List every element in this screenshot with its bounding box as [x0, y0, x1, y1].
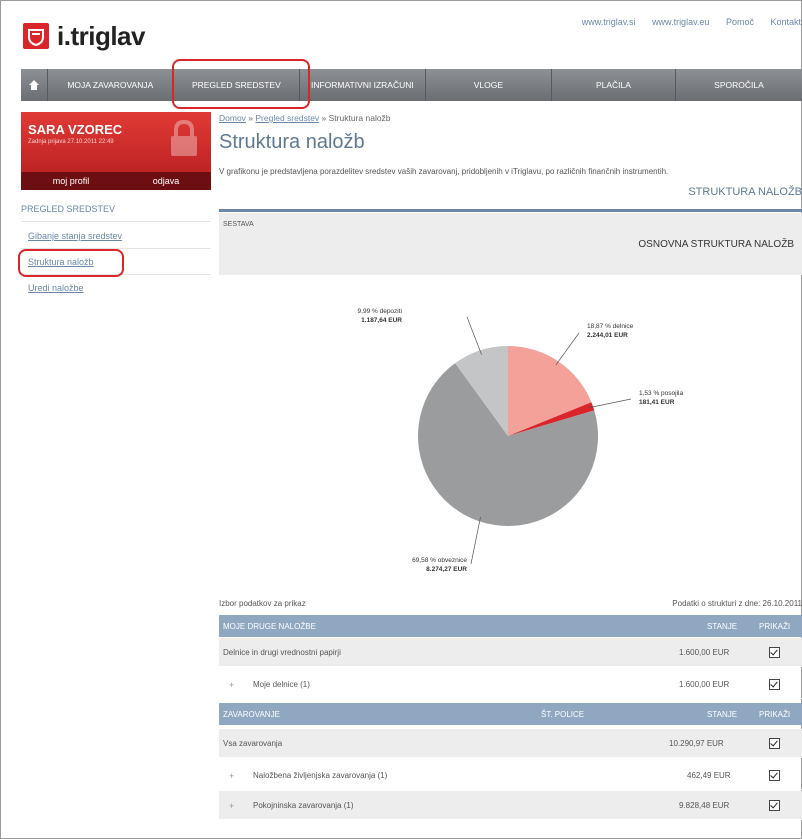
table-row: Delnice in drugi vrednostni papirji 1.60… [219, 638, 802, 667]
filter-label[interactable]: Izbor podatkov za prikaz [219, 599, 306, 608]
filter-row: Izbor podatkov za prikaz Podatki o struk… [219, 599, 802, 608]
triglav-logo-icon[interactable] [23, 23, 49, 49]
link-triglav-eu[interactable]: www.triglav.eu [652, 17, 709, 27]
pie-leader-line [466, 316, 482, 355]
highlight-nav-pregled [172, 59, 310, 109]
nav-sporocila[interactable]: SPOROČILA [676, 69, 802, 101]
pie-leader-line [470, 516, 481, 565]
expand-icon[interactable]: + [229, 680, 234, 690]
table2-col-polica: ŠT. POLICE [541, 710, 585, 719]
table1-col-title: MOJE DRUGE NALOŽBE [223, 622, 316, 631]
sidebar-item-gibanje[interactable]: Gibanje stanja sredstev [28, 231, 122, 241]
expand-icon[interactable]: + [229, 801, 234, 811]
nav-moja-zavarovanja[interactable]: MOJA ZAVAROVANJA [48, 69, 174, 101]
table-row: Vsa zavarovanja 10.290,97 EUR [219, 729, 802, 758]
row-label: Pokojninska zavarovanja (1) [253, 801, 354, 810]
show-checkbox[interactable] [769, 647, 780, 658]
browser-frame: i.triglav www.triglav.si www.triglav.eu … [0, 0, 802, 839]
nav-informativni-izracuni[interactable]: INFORMATIVNI IZRAČUNI [300, 69, 426, 101]
highlight-sidebar-struktura [18, 249, 124, 277]
table-row: + Moje delnice (1) 1.600,00 EUR [219, 670, 802, 699]
row-label: Naložbena življenjska zavarovanja (1) [253, 771, 388, 780]
user-name: SARA VZOREC [28, 122, 123, 137]
row-label: Moje delnice (1) [253, 680, 310, 689]
main-nav: MOJA ZAVAROVANJA PREGLED SREDSTEV INFORM… [21, 69, 802, 101]
table1-col-stanje: STANJE [707, 622, 738, 631]
show-checkbox[interactable] [769, 770, 780, 781]
pie-label: 9,99 % depoziti [358, 308, 402, 315]
user-actions: moj profil odjava [21, 172, 211, 190]
logo-text[interactable]: i.triglav [57, 21, 145, 52]
last-login: Zadnja prijava 27.10.2011 22:49 [28, 139, 114, 145]
breadcrumb-current: Struktura naložb [328, 113, 391, 123]
row-label: Vsa zavarovanja [223, 739, 283, 748]
show-checkbox[interactable] [769, 800, 780, 811]
show-checkbox[interactable] [769, 738, 780, 749]
pie-amount: 8.274,27 EUR [426, 566, 467, 573]
data-date: Podatki o strukturi z dne: 26.10.2011 [672, 599, 802, 608]
table1-col-prikazi: PRIKAŽI [759, 622, 791, 631]
pie-amount: 181,41 EUR [639, 399, 675, 406]
expand-icon[interactable]: + [229, 771, 234, 781]
pie-chart: 9,99 % depoziti 1.187,64 EUR 18,87 % delni… [358, 308, 684, 573]
intro-text: V grafikonu je predstavljena porazdelite… [219, 167, 669, 176]
section-heading: STRUKTURA NALOŽB [688, 186, 802, 198]
user-box: SARA VZOREC Zadnja prijava 27.10.2011 22… [21, 112, 211, 190]
pie-amount: 1.187,64 EUR [361, 317, 402, 324]
pie-amount: 2.244,01 EUR [587, 332, 628, 339]
pie-leader-line [588, 398, 632, 409]
nav-vloge[interactable]: VLOGE [426, 69, 552, 101]
sestava-box: SESTAVA OSNOVNA STRUKTURA NALOŽB [219, 213, 802, 275]
show-checkbox[interactable] [769, 679, 780, 690]
sidebar-item-uredi[interactable]: Uredi naložbe [28, 283, 84, 293]
pie-chart-area: 9,99 % depoziti 1.187,64 EUR 18,87 % delni… [219, 281, 802, 591]
row-value: 10.290,97 EUR [669, 739, 724, 748]
breadcrumb-sep: » [319, 113, 329, 123]
page-title: Struktura naložb [219, 131, 365, 153]
logout-link[interactable]: odjava [153, 176, 180, 186]
sidebar-title: PREGLED SREDSTEV [21, 204, 116, 214]
lock-icon [171, 120, 197, 156]
breadcrumb-home[interactable]: Domov [219, 113, 246, 123]
row-label: Delnice in drugi vrednostni papirji [223, 648, 341, 657]
row-value: 1.600,00 EUR [679, 648, 730, 657]
sidebar-divider [21, 221, 211, 222]
row-value: 1.600,00 EUR [679, 680, 730, 689]
row-value: 462,49 EUR [687, 771, 731, 780]
pie-label: 1,53 % posojila [639, 390, 683, 397]
link-kontakt[interactable]: Kontakt [770, 17, 801, 27]
table-row: + Pokojninska zavarovanja (1) 9.828,48 E… [219, 791, 802, 820]
breadcrumb-section[interactable]: Pregled sredstev [255, 113, 319, 123]
link-triglav-si[interactable]: www.triglav.si [582, 17, 636, 27]
table2-col-title: ZAVAROVANJE [223, 710, 280, 719]
pie-label: 69,58 % obveznice [412, 557, 467, 564]
home-icon[interactable] [21, 69, 48, 101]
row-value: 9.828,48 EUR [679, 801, 730, 810]
breadcrumb-sep: » [245, 113, 256, 123]
table2-col-prikazi: PRIKAŽI [759, 710, 791, 719]
table-row: + Naložbena življenjska zavarovanja (1) … [219, 761, 802, 790]
top-links: www.triglav.si www.triglav.eu Pomoč Kont… [568, 17, 801, 27]
breadcrumb: Domov » Pregled sredstev » Struktura nal… [219, 113, 391, 123]
section-divider [219, 209, 802, 212]
table2-header: ZAVAROVANJE ŠT. POLICE STANJE PRIKAŽI [219, 703, 802, 725]
sestava-select[interactable]: OSNOVNA STRUKTURA NALOŽB [638, 239, 794, 250]
pie-label: 18,87 % delnice [587, 323, 634, 330]
table1-header: MOJE DRUGE NALOŽBE STANJE PRIKAŽI [219, 615, 802, 637]
sestava-label: SESTAVA [223, 221, 254, 228]
profile-link[interactable]: moj profil [53, 176, 90, 186]
pie-leader-line [555, 332, 580, 366]
nav-placila[interactable]: PLAČILA [552, 69, 676, 101]
link-pomoc[interactable]: Pomoč [726, 17, 754, 27]
table2-col-stanje: STANJE [707, 710, 738, 719]
